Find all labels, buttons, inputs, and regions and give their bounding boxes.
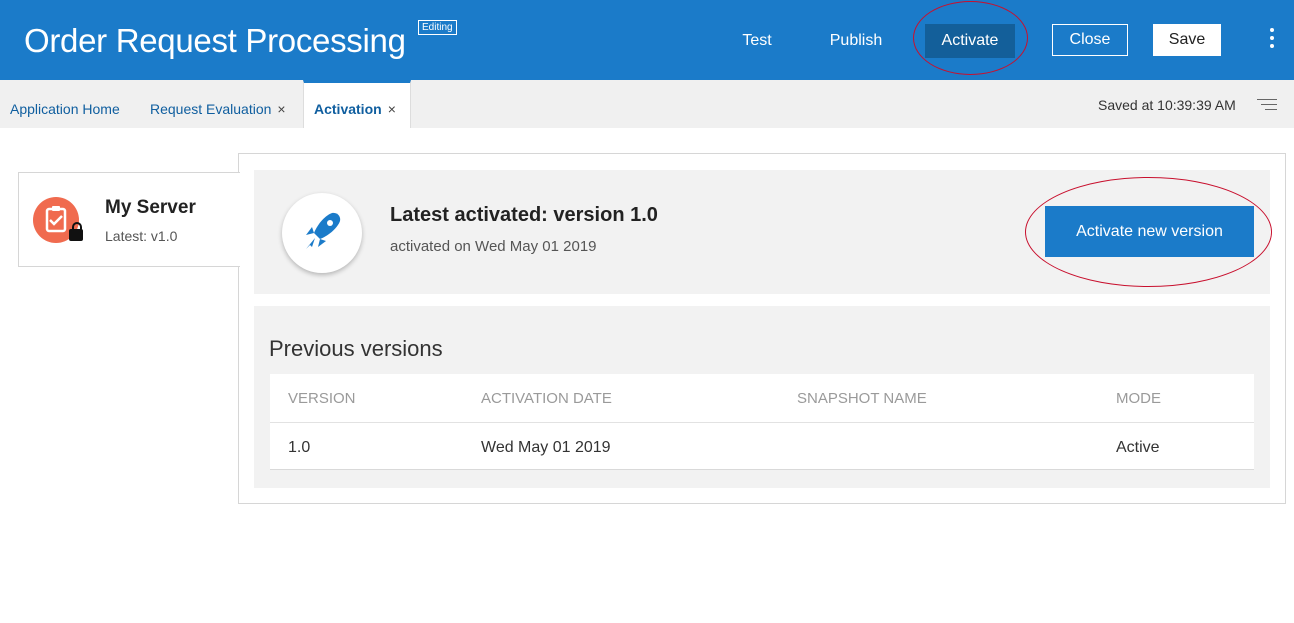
activate-new-version-button[interactable]: Activate new version: [1045, 206, 1254, 257]
versions-table: VERSION ACTIVATION DATE SNAPSHOT NAME MO…: [270, 374, 1254, 470]
saved-status: Saved at 10:39:39 AM: [1098, 97, 1236, 113]
app-header: Order Request Processing Editing Test Pu…: [0, 0, 1294, 80]
test-button[interactable]: Test: [732, 24, 782, 58]
close-tab-icon[interactable]: ×: [388, 101, 396, 117]
app-title: Order Request Processing: [24, 22, 406, 59]
row-divider: [270, 469, 1254, 470]
latest-title-prefix: Latest activated: version: [390, 204, 631, 226]
tab-label: Request Evaluation: [150, 101, 272, 117]
activate-button[interactable]: Activate: [925, 24, 1015, 58]
lock-icon: [69, 222, 83, 241]
publish-button[interactable]: Publish: [820, 24, 892, 58]
tab-label: Activation: [314, 101, 382, 117]
close-tab-icon[interactable]: ×: [277, 101, 285, 117]
column-header-snapshot-name: SNAPSHOT NAME: [797, 390, 927, 407]
cell-activation-date: Wed May 01 2019: [481, 439, 611, 456]
tab-application-home[interactable]: Application Home: [10, 80, 120, 128]
close-button[interactable]: Close: [1052, 24, 1128, 56]
tab-request-evaluation[interactable]: Request Evaluation ×: [150, 80, 286, 128]
kebab-menu-icon[interactable]: [1266, 28, 1278, 52]
column-header-version: VERSION: [288, 390, 356, 407]
list-menu-icon[interactable]: [1257, 99, 1277, 113]
header-divider: [270, 422, 1254, 423]
server-card[interactable]: My Server Latest: v1.0: [18, 172, 240, 267]
latest-activated-title: Latest activated: version 1.0: [390, 204, 658, 227]
column-header-mode: MODE: [1116, 390, 1161, 407]
tab-activation[interactable]: Activation ×: [303, 80, 411, 128]
latest-version: 1.0: [630, 204, 658, 226]
rocket-icon: [282, 193, 362, 273]
editing-badge: Editing: [418, 20, 457, 35]
tab-label: Application Home: [10, 101, 120, 117]
latest-activated-date: activated on Wed May 01 2019: [390, 238, 597, 255]
server-name: My Server: [105, 197, 196, 218]
previous-versions-title: Previous versions: [269, 336, 443, 361]
cell-mode: Active: [1116, 439, 1160, 456]
column-header-activation-date: ACTIVATION DATE: [481, 390, 612, 407]
save-button[interactable]: Save: [1153, 24, 1221, 56]
server-latest-version: Latest: v1.0: [105, 228, 178, 244]
cell-version: 1.0: [288, 439, 311, 456]
